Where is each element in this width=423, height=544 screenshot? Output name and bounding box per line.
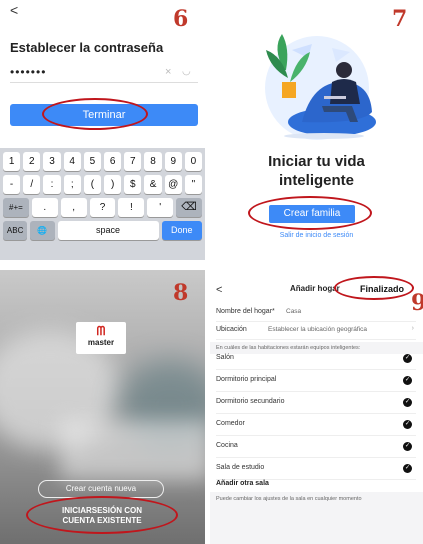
key[interactable]: 8	[144, 152, 162, 171]
key-symbols[interactable]: #+=	[3, 198, 29, 217]
key[interactable]: )	[104, 175, 122, 194]
step-number-7: 7	[392, 6, 408, 32]
key-abc[interactable]: ABC	[3, 221, 28, 240]
page-title: Establecer la contraseña	[10, 40, 164, 55]
lounging-person-illustration	[265, 34, 376, 140]
check-icon[interactable]: ✓	[403, 398, 412, 407]
room-item[interactable]: Sala de estudio ✓	[216, 458, 416, 480]
key[interactable]: ;	[63, 175, 81, 194]
panel-add-home: < Añadir hogar Finalizado 9 Nombre del h…	[210, 270, 423, 544]
location-value: Establecer la ubicación geográfica	[268, 326, 368, 333]
room-item[interactable]: Comedor ✓	[216, 414, 416, 436]
room-label: Sala de estudio	[216, 464, 265, 471]
password-field[interactable]: •••••••	[10, 65, 46, 79]
page-title: Añadir hogar	[290, 284, 340, 293]
key[interactable]: $	[124, 175, 142, 194]
check-icon[interactable]: ✓	[403, 376, 412, 385]
background-blur	[60, 420, 205, 480]
back-icon[interactable]: <	[216, 284, 222, 296]
add-room-link[interactable]: Añadir otra sala	[216, 480, 269, 487]
room-item[interactable]: Cocina ✓	[216, 436, 416, 458]
home-name-label: Nombre del hogar*	[216, 308, 275, 315]
brand-logo: ᗰ master	[76, 322, 126, 354]
key[interactable]: @	[164, 175, 182, 194]
highlight-oval	[248, 196, 372, 230]
check-icon[interactable]: ✓	[403, 354, 412, 363]
clear-icon[interactable]: ×	[165, 66, 171, 78]
logo-word: master	[87, 338, 115, 347]
space-key[interactable]: space	[57, 221, 159, 240]
highlight-oval	[334, 276, 414, 300]
key[interactable]: ?	[89, 198, 116, 217]
key[interactable]: 4	[63, 152, 81, 171]
key[interactable]: :	[43, 175, 61, 194]
backspace-icon[interactable]: ⌫	[176, 198, 203, 217]
divider	[10, 82, 198, 83]
step-number-6: 6	[173, 6, 189, 32]
panel-set-password: < 6 Establecer la contraseña ••••••• × ◡…	[0, 0, 205, 260]
logout-link[interactable]: Salir de inicio de sesión	[210, 232, 423, 239]
key[interactable]: ,	[60, 198, 87, 217]
step-number-8: 8	[173, 280, 189, 306]
keyboard: 1 2 3 4 5 6 7 8 9 0 - / : ; ( ) $ & @ " …	[0, 148, 205, 260]
location-label: Ubicación	[216, 326, 247, 333]
key[interactable]: 7	[124, 152, 142, 171]
key[interactable]: 2	[23, 152, 41, 171]
key[interactable]: (	[83, 175, 102, 194]
highlight-oval	[26, 496, 178, 534]
done-key[interactable]: Done	[161, 221, 202, 240]
headline-line-2: inteligente	[278, 172, 354, 189]
room-item[interactable]: Salón ✓	[216, 348, 416, 370]
key[interactable]: 1	[3, 152, 21, 171]
highlight-oval	[42, 98, 148, 130]
globe-icon[interactable]: 🌐	[30, 221, 55, 240]
room-label: Cocina	[216, 442, 238, 449]
room-item[interactable]: Dormitorio secundario ✓	[216, 392, 416, 414]
eye-icon[interactable]: ◡	[182, 66, 191, 77]
chevron-right-icon: ›	[411, 325, 414, 332]
key[interactable]: 9	[164, 152, 182, 171]
room-label: Comedor	[216, 420, 245, 427]
key[interactable]: !	[118, 198, 145, 217]
key[interactable]: /	[23, 175, 41, 194]
back-icon[interactable]: <	[10, 2, 18, 18]
room-label: Dormitorio principal	[216, 376, 277, 383]
panel-login-splash: 8 ᗰ master Crear cuenta nueva INICIARSES…	[0, 270, 205, 544]
check-icon[interactable]: ✓	[403, 442, 412, 451]
check-icon[interactable]: ✓	[403, 464, 412, 473]
headline-line-1: Iniciar tu vida	[268, 153, 365, 170]
room-item[interactable]: Dormitorio principal ✓	[216, 370, 416, 392]
footer-note: Puede cambiar los ajustes de la sala en …	[210, 492, 423, 544]
check-icon[interactable]: ✓	[403, 420, 412, 429]
room-label: Salón	[216, 354, 234, 361]
key[interactable]: '	[147, 198, 174, 217]
key[interactable]: "	[184, 175, 203, 194]
key[interactable]: .	[31, 198, 58, 217]
logo-mark-icon: ᗰ	[96, 324, 106, 338]
home-name-field[interactable]: Casa	[286, 308, 301, 315]
key[interactable]: 3	[43, 152, 61, 171]
key[interactable]: -	[3, 175, 21, 194]
key[interactable]: &	[144, 175, 162, 194]
key[interactable]: 5	[83, 152, 102, 171]
panel-welcome: 7 Iniciar tu vida inteligente Crear fami…	[210, 0, 423, 260]
key[interactable]: 6	[104, 152, 122, 171]
home-name-row[interactable]: Nombre del hogar* Casa	[216, 304, 416, 322]
location-row[interactable]: Ubicación Establecer la ubicación geográ…	[216, 322, 416, 340]
room-label: Dormitorio secundario	[216, 398, 285, 405]
key[interactable]: 0	[184, 152, 203, 171]
